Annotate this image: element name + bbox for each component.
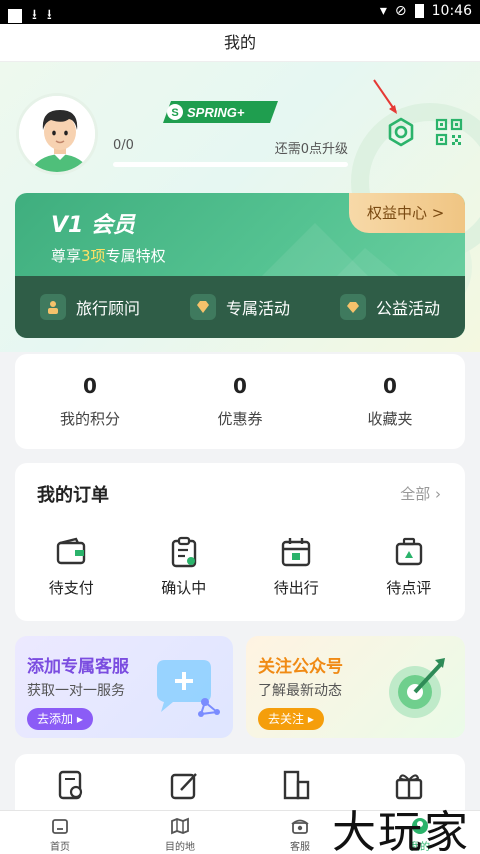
clipboard-icon bbox=[171, 536, 196, 568]
follow-account-button[interactable]: 去关注 ▸ bbox=[258, 708, 324, 730]
heart-diamond-icon bbox=[339, 294, 366, 320]
orders-title: 我的订单 bbox=[37, 485, 109, 506]
feature-label: 公益活动 bbox=[375, 299, 440, 318]
stat-coupons[interactable]: 0 优惠券 bbox=[165, 354, 315, 449]
phone-icon bbox=[291, 819, 309, 834]
order-pending-payment[interactable]: 待支付 bbox=[15, 535, 128, 598]
suitcase-icon bbox=[395, 537, 422, 566]
mute-icon: ⊘ bbox=[394, 3, 407, 19]
svg-text:S: S bbox=[171, 107, 178, 119]
wallet-icon bbox=[57, 537, 86, 565]
travel-advisor-icon bbox=[39, 294, 66, 320]
order-to-review[interactable]: 待点评 bbox=[353, 535, 466, 598]
feature-label: 专属活动 bbox=[225, 299, 290, 318]
tab-home[interactable]: 首页 bbox=[0, 811, 120, 854]
level-progress-bar bbox=[113, 162, 348, 167]
stat-value: 0 bbox=[83, 374, 97, 398]
promo-follow-account[interactable]: 关注公众号 了解最新动态 去关注 ▸ bbox=[246, 636, 465, 738]
chat-bubble-icon bbox=[157, 660, 220, 717]
vip-features: 旅行顾问 专属活动 公益活动 bbox=[15, 276, 465, 338]
order-label: 待支付 bbox=[48, 579, 94, 597]
tab-destination[interactable]: 目的地 bbox=[120, 811, 240, 854]
diamond-icon bbox=[189, 294, 216, 320]
home-icon bbox=[52, 819, 68, 834]
stats-card: 0 我的积分 0 优惠券 0 收藏夹 bbox=[15, 354, 465, 449]
watermark: 大玩家 bbox=[332, 807, 470, 854]
edit-note-icon bbox=[170, 773, 197, 800]
promo-subtitle: 了解最新动态 bbox=[258, 683, 342, 699]
stat-favorites[interactable]: 0 收藏夹 bbox=[315, 354, 465, 449]
order-upcoming-trip[interactable]: 待出行 bbox=[240, 535, 353, 598]
page-title: 我的 bbox=[0, 24, 480, 62]
order-confirming[interactable]: 确认中 bbox=[128, 535, 241, 598]
vip-subtitle: 尊享3项专属特权 bbox=[51, 247, 166, 265]
feature-exclusive-events[interactable]: 专属活动 bbox=[165, 276, 315, 338]
vip-card[interactable]: V1 会员 尊享3项专属特权 权益中心 > 旅行顾问 专属活动 公益活动 bbox=[15, 193, 465, 338]
chevron-right-icon: › bbox=[435, 485, 441, 503]
stat-label: 我的积分 bbox=[59, 410, 120, 428]
tab-label: 目的地 bbox=[165, 842, 195, 853]
tab-label: 首页 bbox=[50, 842, 70, 853]
feature-charity-events[interactable]: 公益活动 bbox=[315, 276, 465, 338]
tool-item[interactable] bbox=[128, 754, 241, 814]
orders-all-link[interactable]: 全部 › bbox=[400, 483, 441, 504]
map-icon bbox=[171, 817, 189, 835]
document-search-icon bbox=[59, 770, 83, 800]
building-icon bbox=[284, 770, 310, 800]
calendar-icon bbox=[282, 538, 311, 567]
stat-label: 优惠券 bbox=[217, 410, 263, 428]
feature-label: 旅行顾问 bbox=[75, 299, 140, 318]
svg-text:SPRING+: SPRING+ bbox=[187, 105, 245, 120]
order-label: 确认中 bbox=[161, 579, 207, 597]
progress-text: 0/0 bbox=[113, 138, 134, 153]
upgrade-hint: 还需0点升级 bbox=[274, 142, 348, 157]
stat-label: 收藏夹 bbox=[367, 410, 413, 428]
feature-travel-advisor[interactable]: 旅行顾问 bbox=[15, 276, 165, 338]
order-label: 待出行 bbox=[273, 579, 319, 597]
stat-points[interactable]: 0 我的积分 bbox=[15, 354, 165, 449]
promo-add-service[interactable]: 添加专属客服 获取一对一服务 去添加 ▸ bbox=[15, 636, 233, 738]
stat-value: 0 bbox=[233, 374, 247, 398]
qr-code-icon[interactable] bbox=[435, 118, 463, 146]
status-bar: ⭳ ⭳ ▾ ⊘ 10:46 bbox=[0, 0, 480, 24]
target-icon bbox=[389, 658, 445, 718]
status-time: 10:46 bbox=[431, 3, 472, 19]
battery-icon bbox=[414, 4, 424, 18]
tool-item[interactable] bbox=[15, 754, 128, 814]
tab-label: 客服 bbox=[290, 842, 310, 853]
order-label: 待点评 bbox=[386, 579, 432, 597]
square-icon bbox=[8, 9, 22, 23]
rights-center-button[interactable]: 权益中心 > bbox=[349, 193, 465, 233]
avatar[interactable] bbox=[16, 93, 98, 175]
vip-level: V1 会员 bbox=[51, 213, 135, 238]
promo-subtitle: 获取一对一服务 bbox=[27, 683, 125, 699]
annotation-arrow-icon bbox=[373, 79, 397, 114]
add-service-button[interactable]: 去添加 ▸ bbox=[27, 708, 93, 730]
wifi-icon: ▾ bbox=[379, 3, 387, 19]
promo-title: 添加专属客服 bbox=[27, 657, 129, 677]
settings-gear-icon[interactable] bbox=[386, 117, 416, 147]
spring-brand-logo: S SPRING+ bbox=[163, 101, 278, 123]
promo-title: 关注公众号 bbox=[258, 657, 343, 677]
orders-card: 我的订单 全部 › 待支付 确认中 待出行 待点评 bbox=[15, 463, 465, 621]
stat-value: 0 bbox=[383, 374, 397, 398]
